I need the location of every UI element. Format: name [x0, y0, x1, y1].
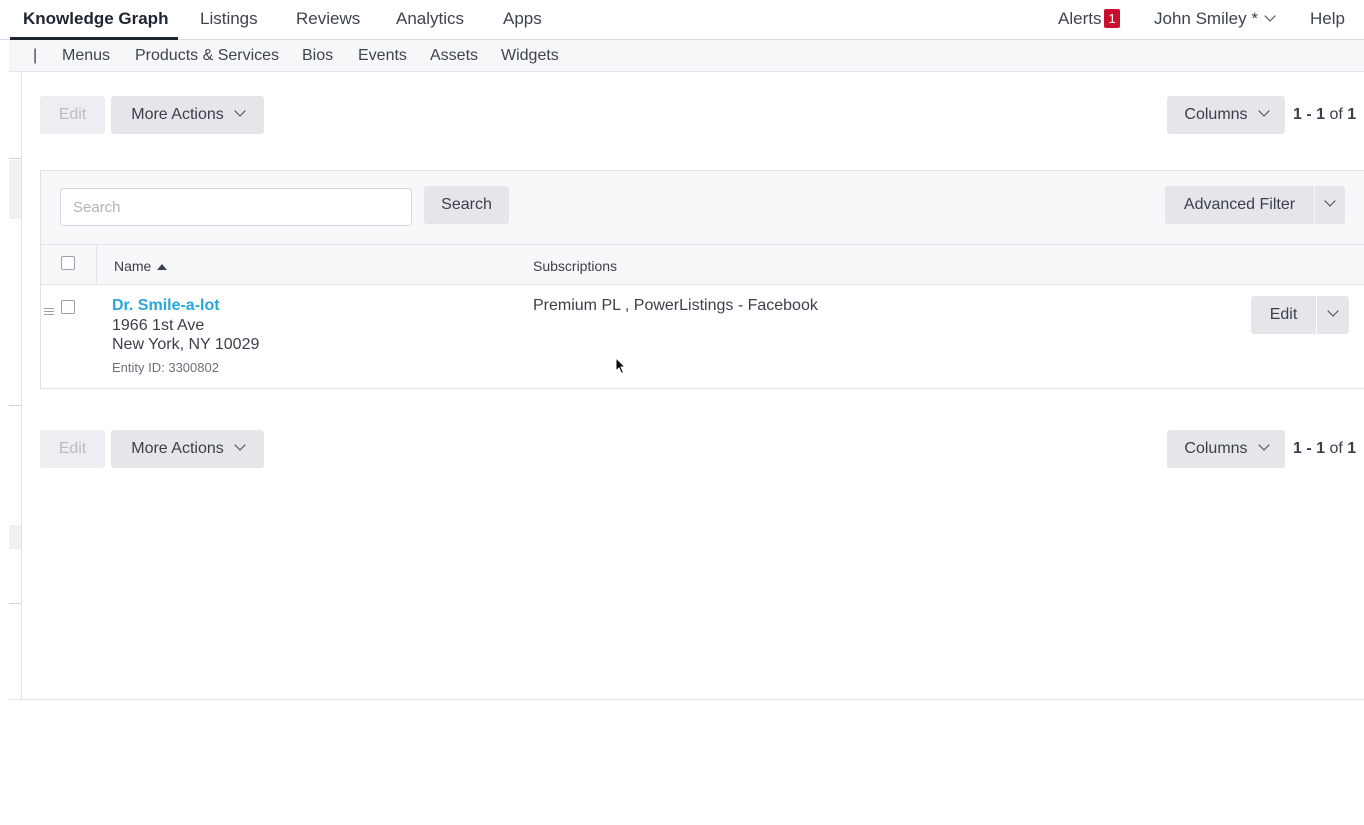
- row-checkbox[interactable]: [61, 300, 75, 314]
- gutter-block: [9, 525, 21, 549]
- chevron-down-icon: [234, 439, 246, 451]
- nav-apps[interactable]: Apps: [503, 9, 542, 29]
- pagination-summary-bottom: 1 - 1 of 1: [1293, 440, 1356, 458]
- columns-button-bottom[interactable]: Columns: [1167, 430, 1285, 468]
- subnav-assets[interactable]: Assets: [430, 47, 478, 65]
- edit-button-bottom[interactable]: Edit: [40, 430, 105, 468]
- entities-table-panel: Search Advanced Filter Name Subscription…: [40, 170, 1364, 389]
- pager-start: 1: [1293, 106, 1302, 123]
- subnav-products-services[interactable]: Products & Services: [135, 47, 279, 65]
- subnav-widgets[interactable]: Widgets: [501, 47, 559, 65]
- nav-knowledge-graph[interactable]: Knowledge Graph: [23, 9, 168, 29]
- chevron-down-icon: [1257, 105, 1270, 117]
- pager-dash: -: [1301, 440, 1317, 457]
- gutter-divider: [9, 158, 21, 159]
- user-name: John Smiley *: [1154, 9, 1258, 28]
- chevron-down-icon: [1324, 195, 1336, 207]
- entity-id: Entity ID: 3300802: [112, 360, 219, 375]
- select-all-checkbox[interactable]: [61, 256, 75, 270]
- sort-ascending-icon: [157, 264, 168, 270]
- nav-listings[interactable]: Listings: [200, 9, 258, 29]
- pager-of: of: [1325, 440, 1348, 457]
- drag-handle-icon[interactable]: [44, 308, 54, 317]
- subnav-menus[interactable]: Menus: [62, 47, 110, 65]
- advanced-filter-button[interactable]: Advanced Filter: [1165, 186, 1314, 224]
- entity-address-line1: 1966 1st Ave: [112, 317, 205, 334]
- columns-label: Columns: [1184, 440, 1248, 457]
- content-left-border: [21, 72, 22, 699]
- alerts-count-badge: 1: [1104, 9, 1120, 28]
- pager-total: 1: [1347, 106, 1357, 123]
- more-actions-label: More Actions: [131, 106, 224, 123]
- nav-reviews[interactable]: Reviews: [296, 9, 360, 29]
- subnav-bios[interactable]: Bios: [302, 47, 333, 65]
- chevron-down-icon: [1257, 439, 1270, 451]
- subnav-separator: |: [33, 47, 38, 64]
- nav-alerts[interactable]: Alerts 1: [1058, 9, 1120, 29]
- content-bottom-border: [9, 699, 1364, 700]
- row-actions-dropdown[interactable]: [1317, 296, 1349, 334]
- pager-start: 1: [1293, 440, 1302, 457]
- column-name-label: Name: [114, 258, 152, 274]
- chevron-down-icon: [1327, 305, 1339, 317]
- edit-button-top[interactable]: Edit: [40, 96, 105, 134]
- search-button[interactable]: Search: [424, 186, 509, 224]
- subnav-events[interactable]: Events: [358, 47, 407, 65]
- column-separator: [96, 245, 97, 285]
- more-actions-button-top[interactable]: More Actions: [111, 96, 264, 134]
- more-actions-button-bottom[interactable]: More Actions: [111, 430, 264, 468]
- entity-name-link[interactable]: Dr. Smile-a-lot: [112, 297, 220, 315]
- pager-total: 1: [1347, 440, 1357, 457]
- gutter-block: [9, 160, 21, 219]
- sub-navigation: | Menus Products & Services Bios Events …: [9, 40, 1364, 72]
- search-input[interactable]: [60, 188, 412, 226]
- row-edit-button[interactable]: Edit: [1251, 296, 1316, 334]
- chevron-down-icon: [1264, 10, 1276, 22]
- pager-of: of: [1325, 106, 1348, 123]
- pager-end: 1: [1316, 440, 1326, 457]
- table-header-row: [41, 245, 1364, 285]
- gutter-divider: [9, 603, 21, 604]
- more-actions-label: More Actions: [131, 440, 224, 457]
- pager-dash: -: [1301, 106, 1317, 123]
- entity-subscriptions: Premium PL , PowerListings - Facebook: [533, 297, 818, 314]
- nav-help[interactable]: Help: [1310, 9, 1345, 29]
- columns-button-top[interactable]: Columns: [1167, 96, 1285, 134]
- mouse-cursor-icon: [615, 357, 627, 375]
- chevron-down-icon: [234, 105, 246, 117]
- pager-end: 1: [1316, 106, 1326, 123]
- column-header-name[interactable]: Name: [114, 258, 168, 274]
- user-menu[interactable]: John Smiley *: [1154, 9, 1276, 29]
- pagination-summary-top: 1 - 1 of 1: [1293, 106, 1356, 124]
- gutter-divider: [9, 405, 21, 406]
- nav-analytics[interactable]: Analytics: [396, 9, 464, 29]
- entity-address-line2: New York, NY 10029: [112, 336, 260, 353]
- column-header-subscriptions[interactable]: Subscriptions: [533, 258, 617, 274]
- alerts-label: Alerts: [1058, 9, 1102, 28]
- columns-label: Columns: [1184, 106, 1248, 123]
- top-navigation: Knowledge Graph Listings Reviews Analyti…: [0, 0, 1364, 40]
- advanced-filter-dropdown[interactable]: [1315, 186, 1345, 224]
